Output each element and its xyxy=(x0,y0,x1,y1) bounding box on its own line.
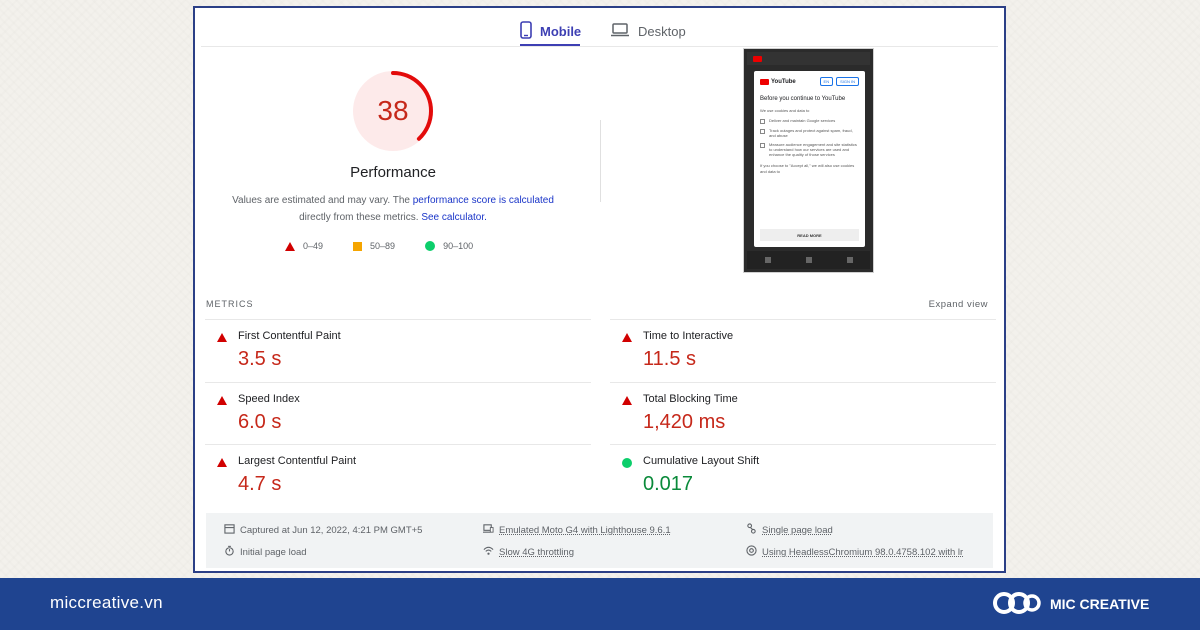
metric-value: 3.5 s xyxy=(238,348,282,370)
performance-description: Values are estimated and may vary. The p… xyxy=(225,192,561,226)
warning-icon xyxy=(760,129,765,134)
tab-label: Mobile xyxy=(540,23,582,39)
orange-square-icon xyxy=(353,241,363,251)
red-triangle-icon xyxy=(622,396,632,405)
metric-name: Largest Contentful Paint xyxy=(238,455,357,467)
metric-speed-index: Speed Index 6.0 s xyxy=(205,382,591,445)
captured-at: Captured at Jun 12, 2022, 4:21 PM GMT+5 xyxy=(224,523,422,537)
mic-creative-logo-icon xyxy=(992,587,1042,622)
devices-icon xyxy=(483,523,494,537)
metric-name: Cumulative Layout Shift xyxy=(643,455,760,467)
legend-item-poor: 0–49 xyxy=(285,241,323,251)
performance-title: Performance xyxy=(350,164,436,181)
metric-largest-contentful-paint: Largest Contentful Paint 4.7 s xyxy=(205,444,591,507)
sign-in-button: SIGN IN xyxy=(836,77,859,86)
metric-name: Total Blocking Time xyxy=(643,393,738,405)
screenshot-nav-bar xyxy=(747,251,870,269)
tab-divider xyxy=(201,46,998,47)
metric-name: First Contentful Paint xyxy=(238,330,341,342)
browser-link[interactable]: Using HeadlessChromium 98.0.4758.102 wit… xyxy=(762,547,963,558)
report-card: Mobile Desktop 38 Performance Values are… xyxy=(193,6,1006,573)
shield-icon xyxy=(760,119,765,124)
metric-time-to-interactive: Time to Interactive 11.5 s xyxy=(610,319,996,382)
metric-name: Speed Index xyxy=(238,393,300,405)
green-circle-icon xyxy=(622,458,632,468)
performance-score: 38 xyxy=(377,95,409,126)
performance-score-link[interactable]: performance score is calculated xyxy=(413,195,554,206)
site-url[interactable]: miccreative.vn xyxy=(50,593,163,613)
calendar-icon xyxy=(224,523,235,537)
legend-item-good: 90–100 xyxy=(425,241,473,251)
chrome-icon xyxy=(746,545,757,559)
bar-chart-icon xyxy=(760,143,765,148)
library-icon xyxy=(846,257,853,263)
network-throttling: Slow 4G throttling xyxy=(483,545,574,559)
metric-value: 1,420 ms xyxy=(643,411,726,433)
consent-item: Measure audience engagement and site sta… xyxy=(760,142,859,157)
person-icon xyxy=(746,523,757,537)
metric-cumulative-layout-shift: Cumulative Layout Shift 0.017 xyxy=(610,444,996,507)
consent-dialog: YouTube EN SIGN IN Before you continue t… xyxy=(754,71,865,247)
legend-item-average: 50–89 xyxy=(353,241,395,251)
device-link[interactable]: Emulated Moto G4 with Lighthouse 9.6.1 xyxy=(499,525,671,536)
metric-value: 0.017 xyxy=(643,473,694,495)
section-divider xyxy=(600,120,601,202)
wifi-icon xyxy=(483,545,494,559)
home-icon xyxy=(764,257,771,263)
metric-value: 6.0 s xyxy=(238,411,282,433)
page-screenshot-thumbnail: YouTube EN SIGN IN Before you continue t… xyxy=(743,48,874,273)
youtube-wordmark: YouTube xyxy=(771,78,796,85)
red-triangle-icon xyxy=(622,333,632,342)
red-triangle-icon xyxy=(217,458,227,467)
description-text: Values are estimated and may vary. The xyxy=(232,195,413,206)
load-type-link[interactable]: Single page load xyxy=(762,525,833,536)
metric-value: 11.5 s xyxy=(643,348,696,370)
see-calculator-link[interactable]: See calculator. xyxy=(421,212,487,223)
consent-item: Deliver and maintain Google services xyxy=(760,118,859,124)
metric-total-blocking-time: Total Blocking Time 1,420 ms xyxy=(610,382,996,445)
brand-name: MIC CREATIVE xyxy=(1050,596,1150,612)
consent-heading: Before you continue to YouTube xyxy=(760,96,846,102)
expand-view-button[interactable]: Expand view xyxy=(929,299,988,310)
brand-footer-bar: miccreative.vn MIC CREATIVE xyxy=(0,578,1200,630)
red-triangle-icon xyxy=(217,396,227,405)
red-triangle-icon xyxy=(285,241,295,251)
metric-value: 4.7 s xyxy=(238,473,282,495)
youtube-logo-icon xyxy=(753,55,762,62)
device-info: Emulated Moto G4 with Lighthouse 9.6.1 xyxy=(483,523,671,537)
laptop-icon xyxy=(610,22,630,40)
green-circle-icon xyxy=(425,241,436,251)
device-tabs: Mobile Desktop xyxy=(195,8,1004,50)
legend-label: 0–49 xyxy=(303,241,324,251)
legend-label: 50–89 xyxy=(370,241,396,251)
metric-first-contentful-paint: First Contentful Paint 3.5 s xyxy=(205,319,591,382)
metrics-heading: METRICS xyxy=(206,299,254,309)
timer-icon xyxy=(224,545,235,559)
screenshot-header xyxy=(747,52,870,65)
tab-mobile[interactable]: Mobile xyxy=(520,16,581,46)
legend-label: 90–100 xyxy=(443,241,474,251)
brand-logo: MIC CREATIVE xyxy=(992,586,1149,622)
browser-info: Using HeadlessChromium 98.0.4758.102 wit… xyxy=(746,545,963,559)
consent-outro: If you choose to "Accept all," we will a… xyxy=(760,163,855,174)
score-legend: 0–49 50–89 90–100 xyxy=(285,241,473,251)
red-triangle-icon xyxy=(217,333,227,342)
language-button: EN xyxy=(819,77,834,86)
tab-desktop[interactable]: Desktop xyxy=(610,16,686,46)
smartphone-icon xyxy=(520,20,532,42)
read-more-button: READ MORE xyxy=(760,229,859,241)
runtime-settings: Captured at Jun 12, 2022, 4:21 PM GMT+5 … xyxy=(206,513,993,568)
explore-icon xyxy=(805,257,812,263)
description-text: directly from these metrics. xyxy=(299,212,422,223)
consent-item: Track outages and protect against spam, … xyxy=(760,128,859,138)
metric-name: Time to Interactive xyxy=(643,330,734,342)
tab-label: Desktop xyxy=(638,23,686,39)
youtube-play-icon xyxy=(760,78,769,85)
load-type: Single page load xyxy=(746,523,833,537)
consent-intro: We use cookies and data to xyxy=(760,108,810,113)
initial-load: Initial page load xyxy=(224,545,307,559)
youtube-logo: YouTube xyxy=(760,78,796,85)
throttling-link[interactable]: Slow 4G throttling xyxy=(499,547,574,558)
